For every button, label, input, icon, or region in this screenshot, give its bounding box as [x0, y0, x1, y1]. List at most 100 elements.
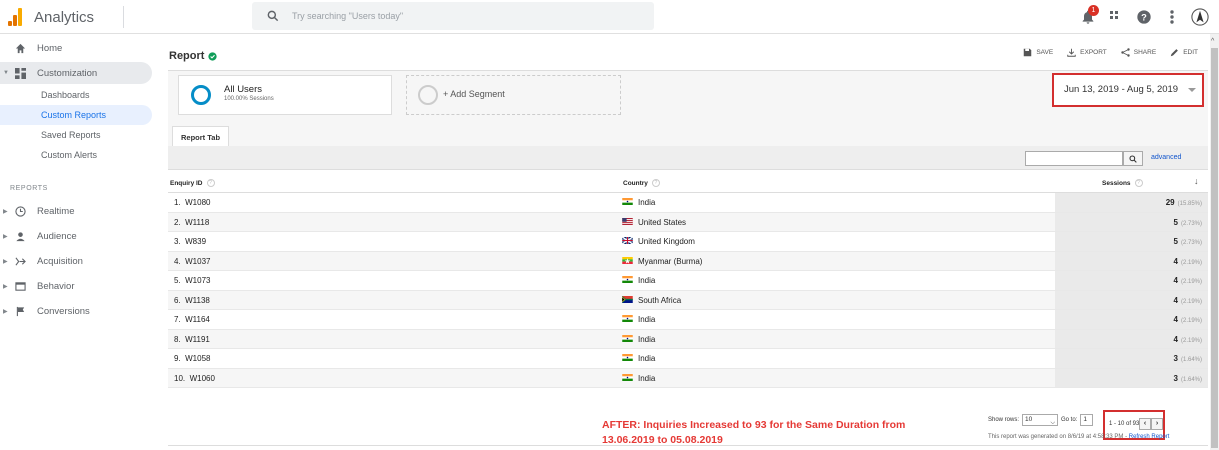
sidebar-item-label: Home [37, 42, 63, 54]
sessions-cell: 4 (2.19%) [1055, 290, 1208, 309]
enquiry-id-cell[interactable]: 10. W1060 [174, 374, 215, 383]
help-icon[interactable]: ? [206, 179, 215, 187]
goto-page-input[interactable]: 1 [1080, 414, 1094, 426]
share-button[interactable]: SHARE [1121, 48, 1156, 57]
report-actions: SAVE EXPORT SHARE EDIT [1023, 48, 1198, 57]
top-bar: Analytics Try searching "Users today" 1 … [0, 0, 1219, 34]
sidebar-item-acquisition[interactable]: ▶ Acquisition [0, 250, 152, 272]
scroll-up-icon[interactable]: ^ [1211, 38, 1214, 45]
enquiry-id-cell[interactable]: 9. W1058 [174, 354, 210, 363]
account-avatar[interactable] [1191, 8, 1209, 26]
home-icon [13, 41, 27, 55]
help-icon[interactable]: ? [1135, 8, 1153, 26]
country-flag-icon [622, 315, 633, 324]
enquiry-id-cell[interactable]: 1. W1080 [174, 198, 210, 207]
segment-name: All Users [224, 84, 263, 95]
column-header-sessions[interactable]: Sessions? [1102, 179, 1143, 187]
country-cell[interactable]: South Africa [622, 295, 681, 305]
caret-right-icon: ▶ [3, 258, 8, 265]
sidebar-item-behavior[interactable]: ▶ Behavior [0, 275, 152, 297]
table-row: 7. W1164 India 4 (2.19%) [168, 310, 1208, 330]
verified-check-icon [208, 51, 218, 61]
enquiry-id-cell[interactable]: 3. W839 [174, 237, 206, 246]
notification-badge: 1 [1088, 5, 1099, 16]
save-button[interactable]: SAVE [1023, 48, 1053, 57]
table-row: 10. W1060 India 3 (1.64%) [168, 368, 1208, 388]
country-cell[interactable]: United Kingdom [622, 237, 695, 246]
report-generated-text: This report was generated on 8/6/19 at 4… [988, 434, 1170, 440]
country-cell[interactable]: India [622, 315, 655, 324]
add-segment-button[interactable]: + Add Segment [406, 75, 621, 115]
page-scrollbar[interactable]: ^ [1210, 34, 1219, 450]
next-page-button[interactable]: › [1151, 418, 1163, 430]
person-icon [13, 229, 27, 243]
sessions-cell: 4 (2.19%) [1055, 251, 1208, 270]
sidebar-item-conversions[interactable]: ▶ Conversions [0, 300, 152, 322]
sidebar-item-customization[interactable]: ▼ Customization [0, 62, 152, 84]
country-cell[interactable]: India [622, 373, 655, 383]
enquiry-id-cell[interactable]: 7. W1164 [174, 315, 210, 324]
add-segment-label: + Add Segment [443, 89, 505, 99]
analytics-logo[interactable] [8, 8, 22, 26]
refresh-report-link[interactable]: Refresh Report [1129, 434, 1170, 440]
goto-label: Go to: [1061, 417, 1078, 423]
column-header-enquiry-id[interactable]: Enquiry ID? [170, 179, 215, 187]
flag-icon [13, 304, 27, 318]
country-cell[interactable]: India [622, 354, 655, 363]
sidebar-item-realtime[interactable]: ▶ Realtime [0, 200, 152, 222]
enquiry-id-cell[interactable]: 8. W1191 [174, 335, 210, 344]
country-cell[interactable]: India [622, 276, 655, 285]
sidebar-item-home[interactable]: Home [0, 37, 152, 59]
data-table: Enquiry ID? Country? Sessions? ↓ 1. W108… [168, 173, 1208, 388]
export-button[interactable]: EXPORT [1067, 48, 1107, 57]
apps-grid-icon[interactable] [1107, 8, 1125, 26]
sidebar-subitem-custom-alerts[interactable]: Custom Alerts [0, 145, 152, 165]
page-title: Report [169, 50, 218, 62]
caret-right-icon: ▶ [3, 283, 8, 290]
sessions-cell: 3 (1.64%) [1055, 368, 1208, 387]
table-search-input[interactable] [1025, 151, 1123, 166]
enquiry-id-cell[interactable]: 2. W1118 [174, 218, 209, 227]
country-flag-icon [622, 354, 633, 363]
sidebar-subitem-saved-reports[interactable]: Saved Reports [0, 125, 152, 145]
pagination-controls: Show rows: 10 ⌵ Go to: 1 [988, 414, 1094, 426]
country-flag-icon [622, 198, 633, 207]
enquiry-id-cell[interactable]: 4. W1037 [174, 257, 210, 266]
country-cell[interactable]: Myanmar (Burma) [622, 256, 702, 266]
sidebar-subitem-custom-reports[interactable]: Custom Reports [0, 105, 152, 125]
enquiry-id-cell[interactable]: 6. W1138 [174, 296, 210, 305]
prev-page-button[interactable]: ‹ [1139, 418, 1151, 430]
segment-all-users[interactable]: All Users 100.00% Sessions [178, 75, 392, 115]
country-cell[interactable]: India [622, 334, 655, 344]
country-cell[interactable]: United States [622, 217, 686, 227]
table-filter-bar: advanced [168, 146, 1208, 170]
app-title: Analytics [34, 9, 95, 26]
sessions-cell: 5 (2.73%) [1055, 212, 1208, 231]
dashboard-grid-icon [13, 66, 27, 80]
column-header-country[interactable]: Country? [623, 179, 660, 187]
sidebar-item-audience[interactable]: ▶ Audience [0, 225, 152, 247]
notifications-bell-icon[interactable]: 1 [1079, 5, 1099, 26]
caret-right-icon: ▶ [3, 233, 8, 240]
country-flag-icon [622, 334, 633, 344]
scroll-thumb[interactable] [1211, 48, 1218, 448]
help-icon[interactable]: ? [651, 179, 660, 187]
sidebar-item-label: Conversions [37, 305, 90, 317]
more-vert-icon[interactable] [1163, 8, 1181, 26]
sidebar-item-label: Customization [37, 67, 98, 79]
edit-button[interactable]: EDIT [1170, 48, 1198, 57]
table-search-button[interactable] [1123, 151, 1143, 166]
advanced-filter-link[interactable]: advanced [1151, 154, 1181, 161]
search-input[interactable]: Try searching "Users today" [292, 11, 403, 21]
table-row: 5. W1073 India 4 (2.19%) [168, 271, 1208, 291]
date-range-picker[interactable]: Jun 13, 2019 - Aug 5, 2019 [1052, 73, 1204, 107]
search-box[interactable]: Try searching "Users today" [252, 2, 654, 30]
show-rows-select[interactable]: 10 ⌵ [1022, 414, 1059, 426]
sort-arrow-down-icon[interactable]: ↓ [1194, 176, 1199, 186]
country-cell[interactable]: India [622, 198, 655, 207]
sidebar: Home ▼ Customization Dashboards Custom R… [0, 34, 160, 450]
country-flag-icon [622, 237, 633, 246]
sidebar-subitem-dashboards[interactable]: Dashboards [0, 85, 152, 105]
enquiry-id-cell[interactable]: 5. W1073 [174, 276, 210, 285]
help-icon[interactable]: ? [1134, 179, 1143, 187]
